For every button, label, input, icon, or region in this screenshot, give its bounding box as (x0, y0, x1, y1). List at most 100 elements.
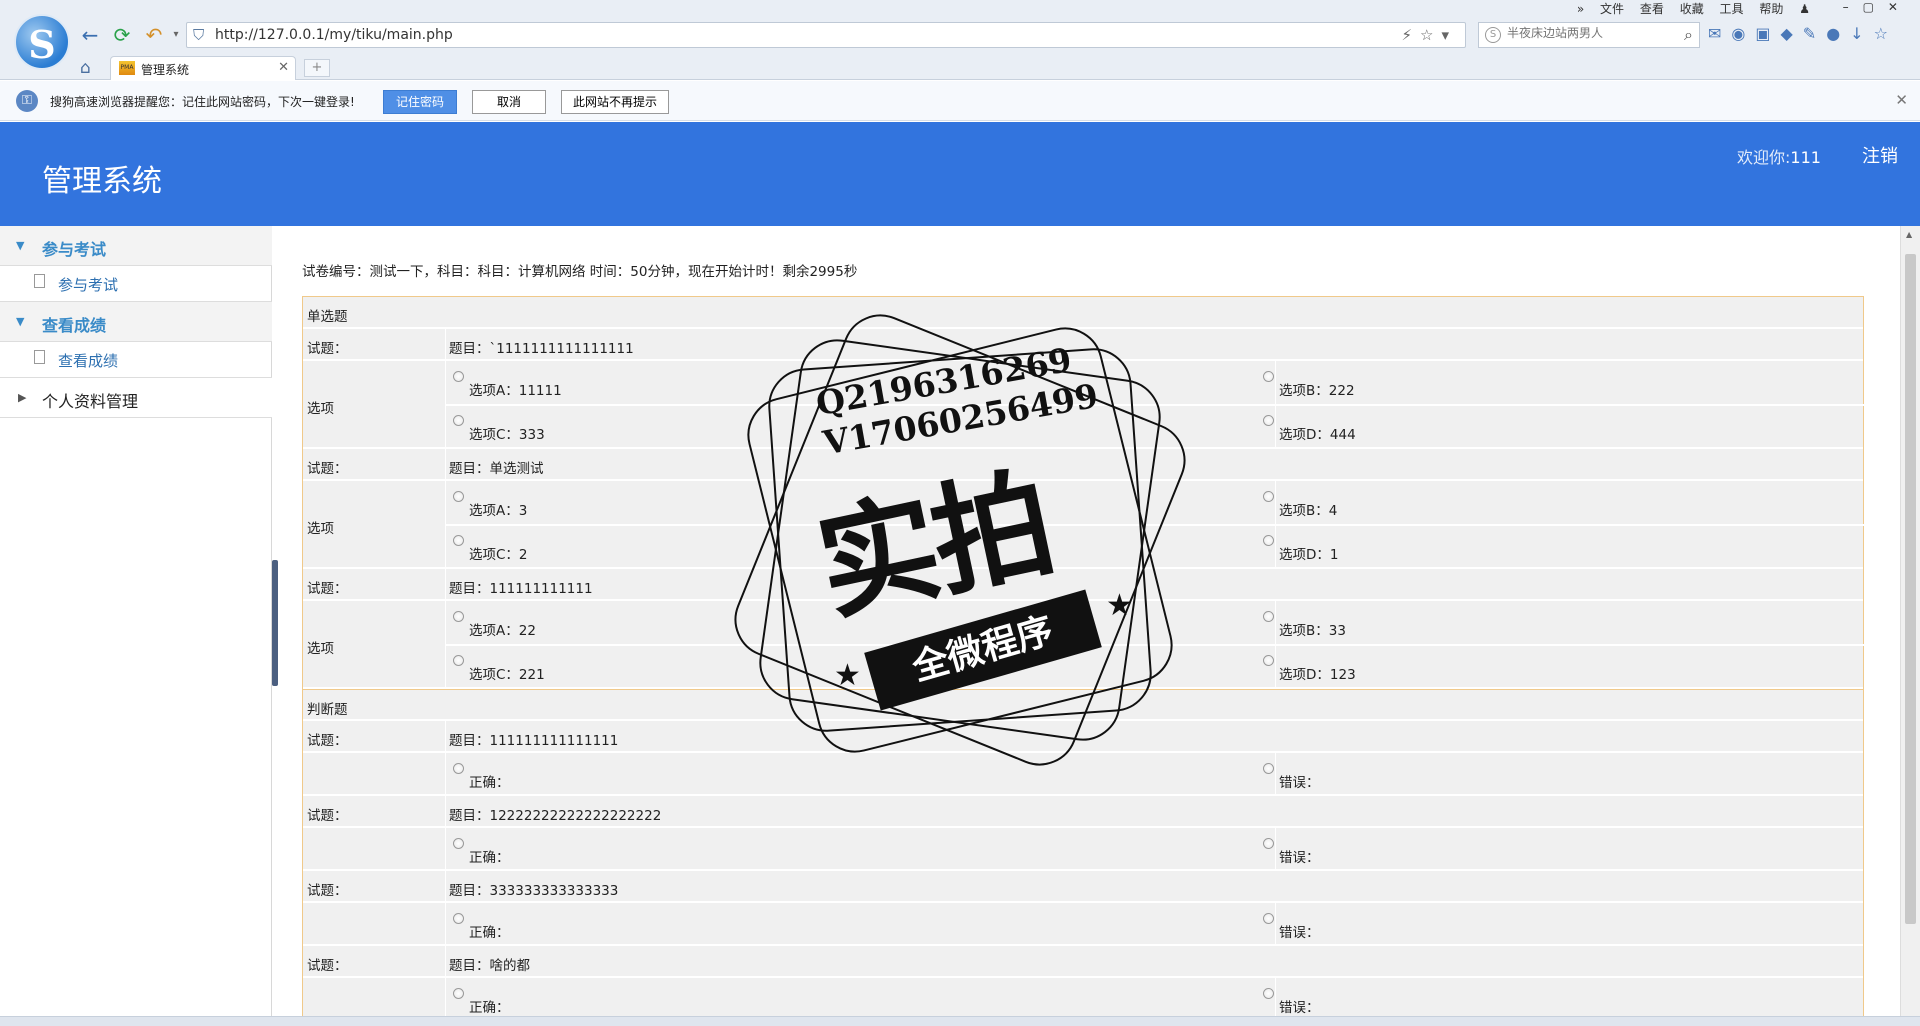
more-menu-icon[interactable]: » (1577, 2, 1584, 16)
menu-tools[interactable]: 工具 (1720, 2, 1744, 16)
option-d[interactable]: 选项D：444 (1263, 415, 1356, 443)
radio-button[interactable] (453, 371, 464, 382)
menu-favorites[interactable]: 收藏 (1680, 2, 1704, 16)
radio-button[interactable] (453, 913, 464, 924)
radio-button[interactable] (453, 988, 464, 999)
radio-button[interactable] (453, 838, 464, 849)
radio-button[interactable] (1263, 535, 1274, 546)
question-label: 试题： (307, 733, 348, 749)
option-false[interactable]: 错误： (1263, 913, 1320, 941)
undo-icon[interactable]: ↶ (142, 24, 166, 46)
option-c[interactable]: 选项C：2 (453, 535, 528, 563)
menu-file[interactable]: 文件 (1600, 2, 1624, 16)
url-text[interactable]: http://127.0.0.1/my/tiku/main.php (215, 27, 453, 43)
top-menu: » 文件 查看 收藏 工具 帮助 ♟ (1565, 0, 1810, 18)
scroll-up-icon[interactable]: ▲ (1906, 230, 1912, 239)
search-box[interactable]: S ⌕ (1478, 22, 1700, 48)
sogou-browser-logo[interactable]: S (14, 14, 70, 70)
cancel-button[interactable]: 取消 (472, 90, 546, 114)
option-text: 选项A：22 (469, 623, 536, 639)
radio-button[interactable] (453, 415, 464, 426)
radio-button[interactable] (1263, 371, 1274, 382)
option-d[interactable]: 选项D：123 (1263, 655, 1356, 683)
options-row: 选项 选项A：11111 选项B：222 选项C：333 选项D：444 (303, 361, 1865, 449)
search-input[interactable] (1507, 26, 1667, 40)
expanded-caret-icon: ▼ (16, 239, 25, 252)
option-true[interactable]: 正确： (453, 838, 510, 866)
option-b[interactable]: 选项B：222 (1263, 371, 1355, 399)
question-text: 题目：12222222222222222222 (449, 808, 662, 824)
sidebar-group-label: 个人资料管理 (42, 392, 139, 411)
option-true[interactable]: 正确： (453, 913, 510, 941)
option-true[interactable]: 正确： (453, 988, 510, 1016)
radio-button[interactable] (1263, 763, 1274, 774)
radio-button[interactable] (453, 763, 464, 774)
back-icon[interactable]: ← (78, 24, 102, 46)
menu-help[interactable]: 帮助 (1759, 2, 1783, 16)
radio-button[interactable] (1263, 655, 1274, 666)
option-a[interactable]: 选项A：3 (453, 491, 527, 519)
option-true[interactable]: 正确： (453, 763, 510, 791)
skin-icon[interactable]: ♟ (1799, 2, 1810, 16)
refresh-icon[interactable]: ⟳ (110, 24, 134, 46)
sidebar-group-profile[interactable]: ▶ 个人资料管理 (0, 378, 272, 418)
tab-management-system[interactable]: PMA 管理系统 ✕ (110, 56, 296, 80)
option-c[interactable]: 选项C：333 (453, 415, 545, 443)
undo-dropdown-icon[interactable]: ▾ (164, 24, 188, 46)
key-icon: ⚿ (16, 90, 38, 112)
question-label: 试题： (307, 883, 348, 899)
window-controls[interactable]: –▢✕ (1843, 0, 1912, 14)
home-icon[interactable]: ⌂ (80, 58, 91, 78)
option-b[interactable]: 选项B：4 (1263, 491, 1337, 519)
option-false[interactable]: 错误： (1263, 988, 1320, 1016)
option-c[interactable]: 选项C：221 (453, 655, 545, 683)
address-bar[interactable]: ⛉ http://127.0.0.1/my/tiku/main.php ⚡☆▾ (186, 22, 1466, 48)
sidebar-item-view-scores[interactable]: 查看成绩 (0, 342, 272, 378)
question-text: 题目：111111111111111 (449, 733, 619, 749)
tab-close-icon[interactable]: ✕ (278, 60, 289, 75)
password-save-bar: ⚿ 搜狗高速浏览器提醒您：记住此网站密码，下次一键登录! 记住密码 取消 此网站… (0, 81, 1920, 121)
document-icon (34, 350, 45, 364)
sidebar-group-label: 参与考试 (42, 240, 107, 259)
remember-password-button[interactable]: 记住密码 (383, 90, 457, 114)
radio-button[interactable] (453, 611, 464, 622)
radio-button[interactable] (453, 535, 464, 546)
question-row: 试题： 题目：333333333333333 (303, 871, 1863, 903)
favicon-icon: PMA (119, 61, 135, 75)
logout-link[interactable]: 注销 (1862, 142, 1898, 168)
option-text: 选项B：33 (1279, 623, 1346, 639)
radio-button[interactable] (1263, 838, 1274, 849)
address-bar-actions[interactable]: ⚡☆▾ (1401, 26, 1457, 44)
option-text: 选项B：222 (1279, 383, 1355, 399)
option-text: 选项D：123 (1279, 667, 1356, 683)
browser-status-bar (0, 1016, 1920, 1026)
sidebar-collapse-handle[interactable] (272, 560, 278, 686)
radio-button[interactable] (453, 655, 464, 666)
option-a[interactable]: 选项A：11111 (453, 371, 562, 399)
option-a[interactable]: 选项A：22 (453, 611, 536, 639)
option-b[interactable]: 选项B：33 (1263, 611, 1346, 639)
radio-button[interactable] (1263, 611, 1274, 622)
option-d[interactable]: 选项D：1 (1263, 535, 1338, 563)
document-icon (34, 274, 45, 288)
close-icon[interactable]: ✕ (1895, 91, 1908, 109)
browser-chrome: S ← ⟳ ↶ ▾ ⛉ http://127.0.0.1/my/tiku/mai… (0, 0, 1920, 80)
sidebar-item-take-exam[interactable]: 参与考试 (0, 266, 272, 302)
search-icon[interactable]: ⌕ (1684, 25, 1693, 45)
scroll-thumb[interactable] (1905, 254, 1916, 924)
radio-button[interactable] (1263, 491, 1274, 502)
sidebar-group-exam[interactable]: ▼ 参与考试 (0, 226, 272, 266)
sidebar-group-scores[interactable]: ▼ 查看成绩 (0, 302, 272, 342)
toolbar-extension-icons[interactable]: ✉◉▣◆✎●↓☆ (1708, 24, 1898, 43)
options-row: 选项 选项A：3 选项B：4 选项C：2 选项D：1 (303, 481, 1865, 569)
radio-button[interactable] (453, 491, 464, 502)
radio-button[interactable] (1263, 913, 1274, 924)
new-tab-button[interactable]: + (304, 59, 330, 77)
never-prompt-button[interactable]: 此网站不再提示 (561, 90, 669, 114)
option-false[interactable]: 错误： (1263, 838, 1320, 866)
option-false[interactable]: 错误： (1263, 763, 1320, 791)
vertical-scrollbar[interactable]: ▲ (1900, 226, 1920, 1016)
menu-view[interactable]: 查看 (1640, 2, 1664, 16)
radio-button[interactable] (1263, 415, 1274, 426)
radio-button[interactable] (1263, 988, 1274, 999)
